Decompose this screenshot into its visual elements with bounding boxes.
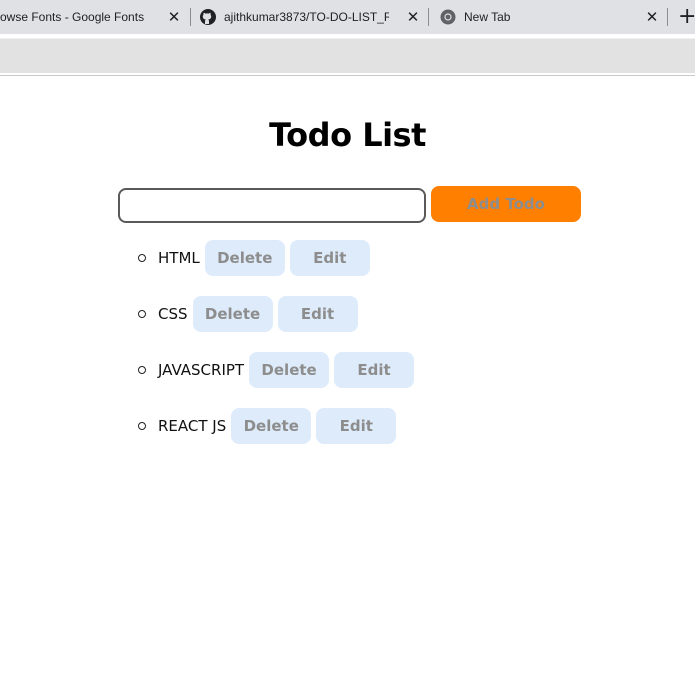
bullet-icon [138, 254, 146, 262]
bullet-icon [138, 310, 146, 318]
edit-button[interactable]: Edit [316, 408, 397, 444]
tab-separator [190, 8, 191, 26]
tab-new-tab[interactable]: New Tab [440, 0, 640, 34]
tab-close-icon[interactable]: ✕ [165, 8, 183, 26]
edit-button[interactable]: Edit [289, 240, 370, 276]
todo-page: Todo List Add Todo HTML Delete Edit CSS … [0, 76, 695, 695]
github-icon [200, 9, 216, 25]
browser-toolbar [0, 38, 695, 73]
bullet-icon [138, 366, 146, 374]
tab-close-icon[interactable]: ✕ [404, 8, 422, 26]
tab-separator [667, 8, 668, 26]
todo-text: HTML [158, 249, 200, 267]
delete-button[interactable]: Delete [204, 240, 285, 276]
bullet-icon [138, 422, 146, 430]
tab-title: ajithkumar3873/TO-DO-LIST_REA [224, 10, 389, 24]
todo-text: REACT JS [158, 417, 227, 435]
tab-title: New Tab [464, 10, 511, 24]
tab-separator [428, 8, 429, 26]
todo-text: CSS [158, 305, 188, 323]
browser-tab-strip: owse Fonts - Google Fonts ✕ ajithkumar38… [0, 0, 695, 34]
delete-button[interactable]: Delete [231, 408, 312, 444]
edit-button[interactable]: Edit [277, 296, 358, 332]
todo-item: HTML Delete Edit [138, 240, 375, 276]
delete-button[interactable]: Delete [192, 296, 273, 332]
new-tab-icon[interactable]: + [678, 4, 695, 30]
tab-title: owse Fonts - Google Fonts [0, 10, 145, 24]
todo-item: REACT JS Delete Edit [138, 408, 401, 444]
todo-item: CSS Delete Edit [138, 296, 363, 332]
page-title: Todo List [269, 116, 426, 154]
edit-button[interactable]: Edit [334, 352, 415, 388]
chrome-icon [440, 9, 456, 25]
add-todo-button[interactable]: Add Todo [431, 186, 581, 222]
tab-google-fonts[interactable]: owse Fonts - Google Fonts [0, 0, 170, 34]
delete-button[interactable]: Delete [249, 352, 330, 388]
todo-input[interactable] [118, 188, 426, 223]
tab-github[interactable]: ajithkumar3873/TO-DO-LIST_REA [200, 0, 400, 34]
todo-text: JAVASCRIPT [158, 361, 245, 379]
tab-close-icon[interactable]: ✕ [643, 8, 661, 26]
todo-item: JAVASCRIPT Delete Edit [138, 352, 419, 388]
